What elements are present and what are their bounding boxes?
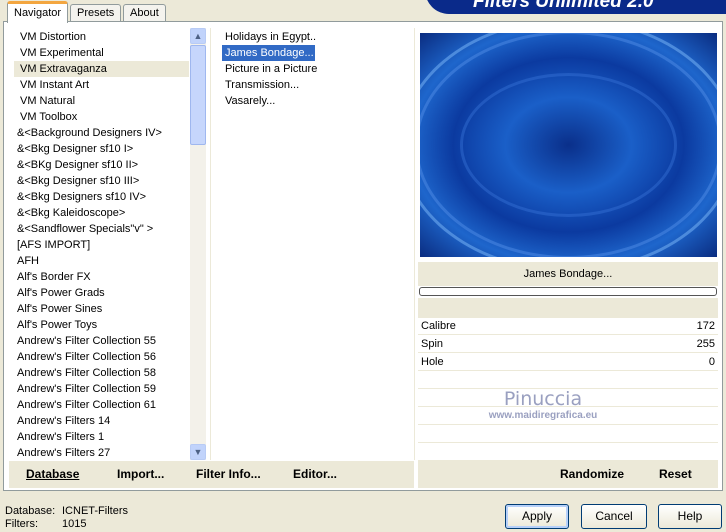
- banner: Filters Unlimited 2.0: [425, 0, 726, 14]
- param-value: 172: [696, 320, 715, 332]
- category-item[interactable]: &<Background Designers IV>: [14, 125, 189, 141]
- category-item[interactable]: Andrew's Filters 1: [14, 429, 189, 445]
- param-slider-calibre[interactable]: Calibre 172: [418, 318, 718, 335]
- progress-bar: [419, 287, 717, 296]
- param-label: Spin: [421, 338, 444, 350]
- filter-item[interactable]: Vasarely...: [222, 93, 412, 109]
- filter-item[interactable]: Holidays in Egypt..: [222, 29, 412, 45]
- category-item[interactable]: Andrew's Filters 27: [14, 445, 189, 461]
- filter-list[interactable]: Holidays in Egypt.. James Bondage... Pictu…: [222, 29, 412, 109]
- param-label: Hole: [421, 356, 444, 368]
- category-item[interactable]: Alf's Border FX: [14, 269, 189, 285]
- status-database-value: ICNET-Filters: [62, 505, 128, 517]
- param-value: 0: [708, 356, 715, 368]
- status-filters-label: Filters:: [5, 518, 38, 530]
- category-item[interactable]: [AFS IMPORT]: [14, 237, 189, 253]
- category-item[interactable]: AFH: [14, 253, 189, 269]
- category-item[interactable]: Alf's Power Sines: [14, 301, 189, 317]
- category-item[interactable]: &<Sandflower Specials"v" >: [14, 221, 189, 237]
- scroll-down-icon[interactable]: ▼: [190, 444, 206, 460]
- param-value: 255: [696, 338, 715, 350]
- preview-image: [420, 33, 717, 257]
- param-slider-spin[interactable]: Spin 255: [418, 336, 718, 353]
- category-item[interactable]: Andrew's Filter Collection 61: [14, 397, 189, 413]
- param-label: Calibre: [421, 320, 456, 332]
- filter-name-label: James Bondage...: [418, 262, 718, 286]
- import-button[interactable]: Import...: [117, 467, 164, 481]
- status-filters-value: 1015: [62, 518, 87, 530]
- category-item[interactable]: &<Bkg Designer sf10 III>: [14, 173, 189, 189]
- database-button[interactable]: Database: [26, 467, 79, 481]
- category-item[interactable]: VM Experimental: [14, 45, 189, 61]
- reset-button[interactable]: Reset: [659, 467, 692, 481]
- category-list[interactable]: VM Distortion VM Experimental VM Extravaga…: [14, 29, 189, 461]
- category-item[interactable]: Alf's Power Toys: [14, 317, 189, 333]
- apply-button[interactable]: Apply: [505, 504, 569, 529]
- tab-presets[interactable]: Presets: [70, 4, 122, 22]
- filter-item[interactable]: Transmission...: [222, 77, 412, 93]
- tab-navigator[interactable]: Navigator: [7, 1, 69, 23]
- category-item[interactable]: &<Bkg Designers sf10 IV>: [14, 189, 189, 205]
- scroll-thumb[interactable]: [190, 45, 206, 145]
- filter-item[interactable]: Picture in a Picture: [222, 61, 412, 77]
- category-item[interactable]: Andrew's Filter Collection 58: [14, 365, 189, 381]
- category-item[interactable]: &<Bkg Kaleidoscope>: [14, 205, 189, 221]
- status-database-label: Database:: [5, 505, 56, 517]
- category-item[interactable]: VM Instant Art: [14, 77, 189, 93]
- category-item[interactable]: Andrew's Filter Collection 56: [14, 349, 189, 365]
- watermark: Pinuccia www.maidiregrafica.eu: [488, 388, 598, 421]
- param-slider-hole[interactable]: Hole 0: [418, 354, 718, 371]
- category-item[interactable]: Alf's Power Grads: [14, 285, 189, 301]
- category-scrollbar[interactable]: ▲ ▼: [190, 28, 206, 460]
- randomize-button[interactable]: Randomize: [560, 467, 624, 481]
- filter-item[interactable]: James Bondage...: [222, 45, 315, 61]
- category-item[interactable]: VM Toolbox: [14, 109, 189, 125]
- scroll-up-icon[interactable]: ▲: [190, 28, 206, 44]
- help-button[interactable]: Help: [658, 504, 722, 529]
- editor-button[interactable]: Editor...: [293, 467, 337, 481]
- category-item[interactable]: Andrew's Filters 14: [14, 413, 189, 429]
- category-item[interactable]: VM Natural: [14, 93, 189, 109]
- category-item[interactable]: Andrew's Filter Collection 59: [14, 381, 189, 397]
- category-item[interactable]: &<BKg Designer sf10 II>: [14, 157, 189, 173]
- tab-about[interactable]: About: [123, 4, 166, 22]
- category-item[interactable]: VM Distortion: [14, 29, 189, 45]
- category-item[interactable]: Andrew's Filter Collection 55: [14, 333, 189, 349]
- cancel-button[interactable]: Cancel: [581, 504, 647, 529]
- category-item[interactable]: VM Extravaganza: [14, 61, 189, 77]
- category-item[interactable]: &<Bkg Designer sf10 I>: [14, 141, 189, 157]
- filter-info-button[interactable]: Filter Info...: [196, 467, 261, 481]
